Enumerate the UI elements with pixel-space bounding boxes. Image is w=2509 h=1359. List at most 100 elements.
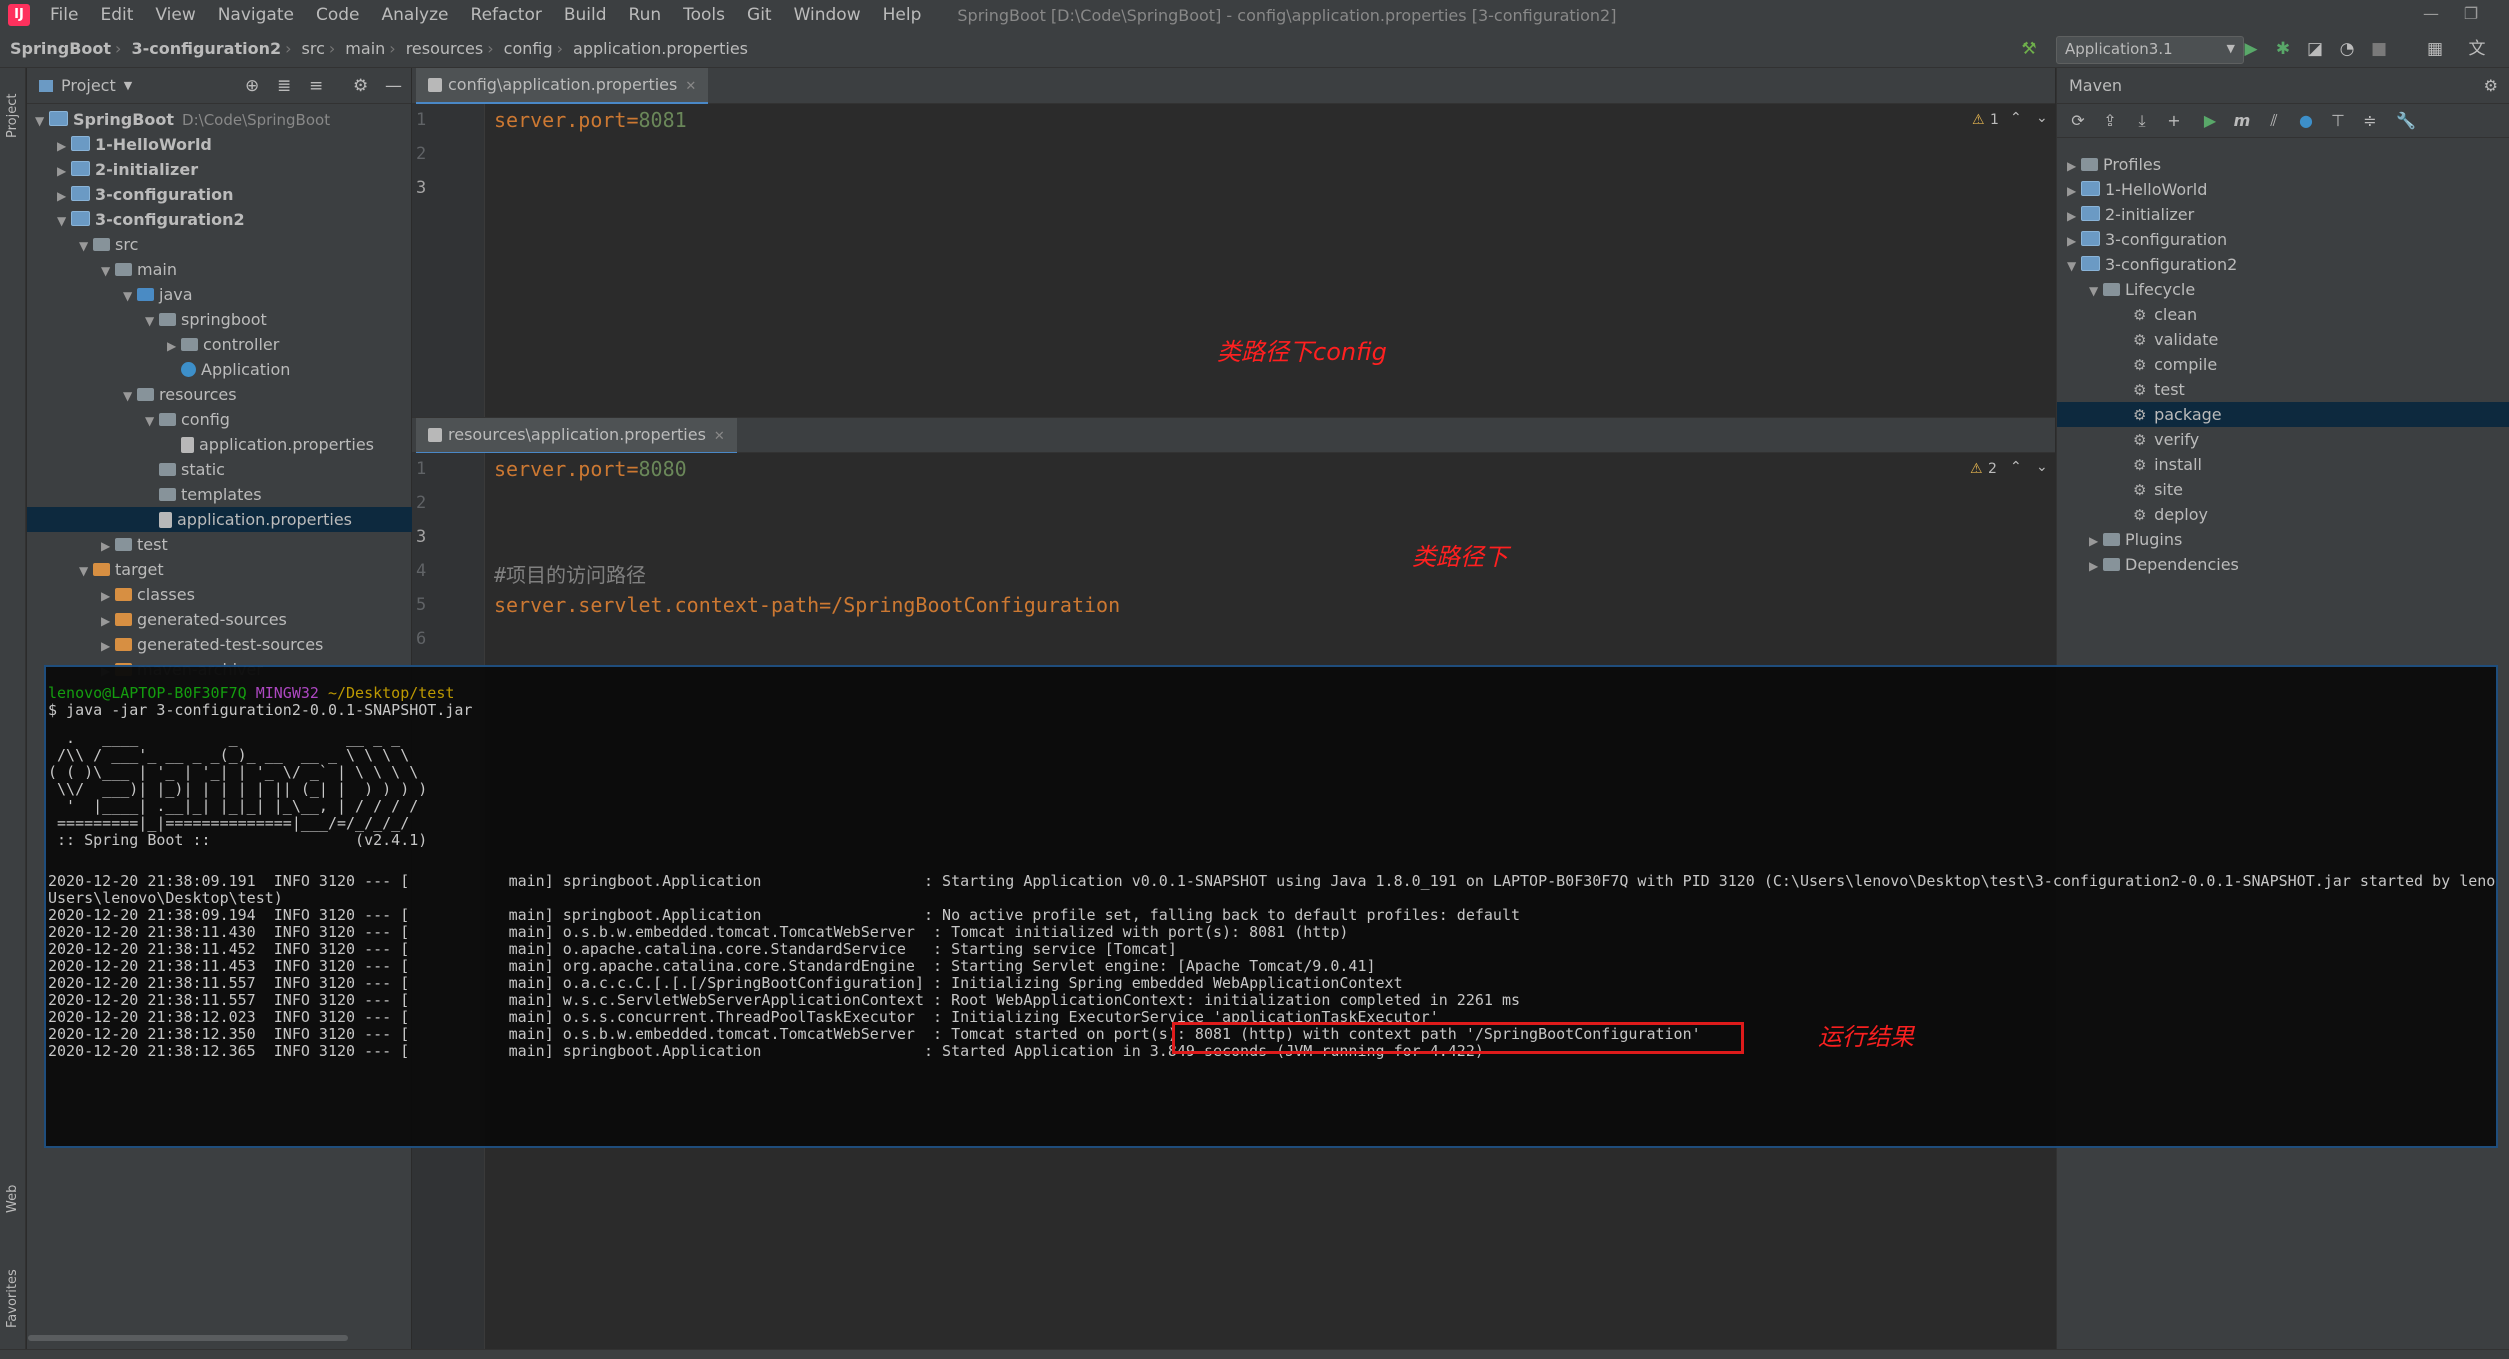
warning-icon[interactable]: ⚠	[1972, 112, 1985, 128]
tree-item-test[interactable]: ▶ test	[101, 532, 168, 557]
project-tool-tab[interactable]: Project	[5, 94, 20, 138]
web-tool-tab[interactable]: Web	[5, 1185, 20, 1213]
menu-build[interactable]: Build	[554, 5, 619, 25]
menu-navigate[interactable]: Navigate	[208, 5, 306, 25]
maven-goal-install[interactable]: ⚙ install	[2057, 452, 2509, 477]
gear-icon[interactable]: ⚙	[353, 76, 368, 96]
breadcrumb-file[interactable]: application.properties	[563, 39, 752, 58]
gear-icon[interactable]: ⚙	[2484, 68, 2498, 104]
maven-item-3-configuration[interactable]: ▶ 3-configuration	[2057, 227, 2509, 252]
expand-arrow-icon[interactable]: ▼	[123, 284, 137, 309]
tree-item-1-helloworld[interactable]: ▶ 1-HelloWorld	[57, 132, 212, 157]
coverage-icon[interactable]: ◪	[2304, 38, 2326, 60]
editor-top[interactable]: 1 2 3 server.port=8081 ⚠ 1 ⌃ ⌄ 类路径下confi…	[412, 104, 2055, 417]
maven-item-lifecycle[interactable]: ▼ Lifecycle	[2057, 277, 2509, 302]
expand-arrow-icon[interactable]: ▶	[2089, 554, 2103, 579]
expand-arrow-icon[interactable]: ▼	[57, 209, 71, 234]
project-panel-title[interactable]: Project	[61, 76, 116, 95]
maven-item-3-configuration2[interactable]: ▼ 3-configuration2	[2057, 252, 2509, 277]
maven-item-1-helloworld[interactable]: ▶ 1-HelloWorld	[2057, 177, 2509, 202]
breadcrumb-main[interactable]: main	[335, 39, 389, 58]
collapse-all-icon[interactable]: ≡	[309, 76, 323, 96]
expand-arrow-icon[interactable]: ▶	[57, 134, 71, 159]
tree-item-resources[interactable]: ▼ resources	[123, 382, 237, 407]
profile-icon[interactable]: ◔	[2336, 38, 2358, 60]
tree-item-static[interactable]: static	[145, 457, 225, 482]
expand-arrow-icon[interactable]: ▶	[167, 334, 181, 359]
download-icon[interactable]: ⤓	[2131, 110, 2153, 132]
maven-goal-clean[interactable]: ⚙ clean	[2057, 302, 2509, 327]
tree-item-3-configuration[interactable]: ▶ 3-configuration	[57, 182, 234, 207]
menu-file[interactable]: File	[40, 5, 90, 25]
menu-help[interactable]: Help	[873, 5, 934, 25]
stop-icon[interactable]: ■	[2368, 38, 2390, 60]
maven-goal-verify[interactable]: ⚙ verify	[2057, 427, 2509, 452]
toggle-offline-icon[interactable]: ⫽	[2263, 110, 2285, 132]
close-icon[interactable]: ✕	[685, 79, 696, 94]
breadcrumb-config[interactable]: config	[494, 39, 557, 58]
breadcrumb-src[interactable]: src	[292, 39, 329, 58]
menu-refactor[interactable]: Refactor	[461, 5, 554, 25]
tree-item-main[interactable]: ▼ main	[101, 257, 177, 282]
expand-arrow-icon[interactable]: ▼	[2089, 279, 2103, 304]
breadcrumb-project[interactable]: SpringBoot	[0, 39, 115, 58]
expand-arrow-icon[interactable]: ▶	[57, 159, 71, 184]
prev-highlight-icon[interactable]: ⌃	[2010, 110, 2022, 126]
next-highlight-icon[interactable]: ⌄	[2036, 110, 2048, 126]
expand-arrow-icon[interactable]: ▼	[79, 234, 93, 259]
tree-item-application[interactable]: Application	[167, 357, 290, 382]
maven-goal-validate[interactable]: ⚙ validate	[2057, 327, 2509, 352]
tab-config-application-properties[interactable]: config\application.properties ✕	[416, 68, 709, 105]
reload-icon[interactable]: ⟳	[2067, 110, 2089, 132]
maven-item-dependencies[interactable]: ▶ Dependencies	[2057, 552, 2509, 577]
expand-arrow-icon[interactable]: ▶	[2067, 179, 2081, 204]
expand-arrow-icon[interactable]: ▼	[145, 309, 159, 334]
translate-icon[interactable]: 文	[2466, 38, 2488, 60]
hide-panel-icon[interactable]: —	[385, 76, 402, 96]
tree-item-generated-test-sources[interactable]: ▶ generated-test-sources	[101, 632, 323, 657]
run-configuration-select[interactable]: Application3.1 ▼	[2056, 36, 2244, 64]
tree-item-2-initializer[interactable]: ▶ 2-initializer	[57, 157, 198, 182]
menu-git[interactable]: Git	[737, 5, 784, 25]
project-structure-icon[interactable]: ▦	[2424, 38, 2446, 60]
chevron-down-icon[interactable]: ▼	[124, 79, 132, 92]
expand-arrow-icon[interactable]: ▶	[2067, 204, 2081, 229]
menu-code[interactable]: Code	[306, 5, 372, 25]
tree-item-java[interactable]: ▼ java	[123, 282, 193, 307]
expand-all-icon[interactable]: ≣	[277, 76, 291, 96]
tree-item-config[interactable]: ▼ config	[145, 407, 230, 432]
expand-arrow-icon[interactable]: ▶	[101, 534, 115, 559]
restore-icon[interactable]: ❐	[2460, 4, 2482, 26]
tree-item-controller[interactable]: ▶ controller	[167, 332, 279, 357]
favorites-tool-tab[interactable]: Favorites	[5, 1269, 20, 1328]
tree-item-3-configuration2[interactable]: ▼ 3-configuration2	[57, 207, 245, 232]
maven-goal-package[interactable]: ⚙ package	[2057, 402, 2509, 427]
expand-arrow-icon[interactable]: ▶	[2067, 154, 2081, 179]
add-icon[interactable]: +	[2163, 110, 2185, 132]
expand-arrow-icon[interactable]: ▶	[101, 634, 115, 659]
generate-sources-icon[interactable]: ⇪	[2099, 110, 2121, 132]
prev-highlight-icon[interactable]: ⌃	[2010, 459, 2022, 475]
build-hammer-icon[interactable]: ⚒	[2018, 38, 2040, 60]
expand-arrow-icon[interactable]: ▼	[101, 259, 115, 284]
show-dependencies-icon[interactable]: ⊤	[2327, 110, 2349, 132]
tree-item-target[interactable]: ▼ target	[79, 557, 164, 582]
menu-tools[interactable]: Tools	[673, 5, 737, 25]
menu-analyze[interactable]: Analyze	[372, 5, 461, 25]
tree-item-templates[interactable]: templates	[145, 482, 262, 507]
menu-view[interactable]: View	[145, 5, 207, 25]
breadcrumb-module[interactable]: 3-configuration2	[121, 39, 285, 58]
expand-arrow-icon[interactable]: ▶	[101, 609, 115, 634]
wrench-icon[interactable]: 🔧	[2395, 110, 2417, 132]
maven-item-profiles[interactable]: ▶ Profiles	[2057, 152, 2509, 177]
menu-edit[interactable]: Edit	[90, 5, 145, 25]
run-icon[interactable]: ▶	[2240, 38, 2262, 60]
execute-goal-icon[interactable]: m	[2231, 110, 2253, 132]
tree-item-config-application-properties[interactable]: application.properties	[167, 432, 374, 457]
menu-window[interactable]: Window	[784, 5, 873, 25]
maven-item-2-initializer[interactable]: ▶ 2-initializer	[2057, 202, 2509, 227]
collapse-all-icon[interactable]: ≑	[2359, 110, 2381, 132]
tab-resources-application-properties[interactable]: resources\application.properties ✕	[416, 418, 737, 455]
warning-icon[interactable]: ⚠	[1970, 461, 1983, 477]
tree-item-springboot[interactable]: ▼ SpringBoot D:\Code\SpringBoot	[35, 107, 330, 132]
